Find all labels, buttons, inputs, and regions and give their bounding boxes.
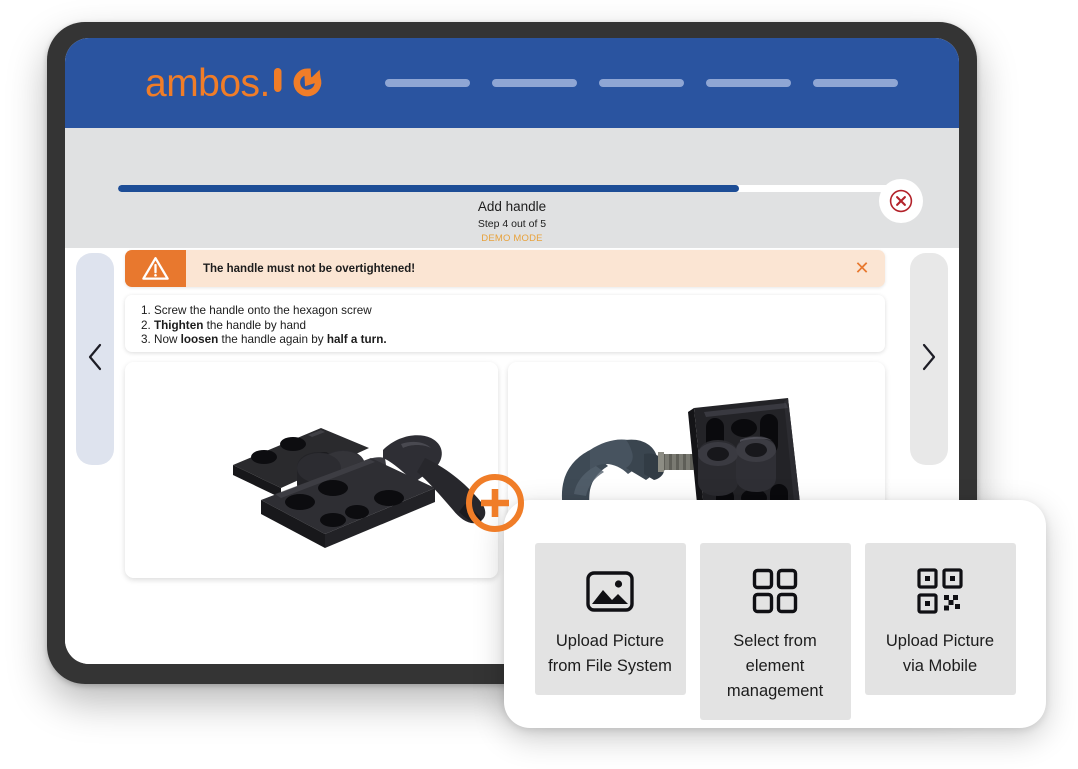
upload-option-label-3: Upload Picture via Mobile	[886, 629, 994, 679]
brand-logo[interactable]: ambos.	[145, 60, 323, 107]
upload-option-label-2: Select from element management	[727, 629, 823, 704]
add-media-button[interactable]	[464, 472, 526, 534]
upload-options-popup: Upload Picture from File System Select f…	[504, 500, 1046, 728]
upload-option-line2: element	[745, 657, 805, 675]
nav-placeholder-2[interactable]	[491, 79, 577, 87]
instruction-text-3a: Now	[154, 333, 181, 347]
screenshot-root: ambos. Add handle Step 4 out of 5 DEMO M…	[0, 0, 1078, 769]
close-circle-icon	[889, 189, 913, 213]
instruction-line-3: 3. Now loosen the handle again by half a…	[141, 333, 885, 348]
io-gauge-logo-icon	[271, 60, 323, 107]
instruction-card: 1. Screw the handle onto the hexagon scr…	[125, 295, 885, 352]
media-card-left[interactable]	[125, 362, 498, 578]
upload-option-line3: management	[726, 682, 824, 700]
instruction-line-2: 2. Thighten the handle by hand	[141, 319, 885, 334]
nav-placeholder-5[interactable]	[812, 79, 898, 87]
plus-circle-icon	[466, 474, 524, 532]
nav-placeholder-group	[384, 79, 898, 87]
warning-message: The handle must not be overtightened!	[203, 262, 416, 275]
bracket-with-handle-photo	[125, 362, 498, 578]
prev-page-button[interactable]	[76, 253, 114, 465]
brand-logo-text: ambos.	[145, 61, 270, 105]
upload-option-line2: from File System	[548, 657, 672, 675]
upload-option-line1: Select from	[733, 632, 817, 650]
image-picture-icon	[585, 565, 635, 617]
instruction-bold-3a: loosen	[180, 333, 219, 347]
next-page-button[interactable]	[910, 253, 948, 465]
nav-placeholder-4[interactable]	[705, 79, 791, 87]
demo-mode-badge: DEMO MODE	[481, 233, 543, 244]
instruction-text-3b: the handle again by	[218, 333, 327, 347]
step-counter: Step 4 out of 5	[477, 218, 547, 230]
upload-option-line2: via Mobile	[902, 657, 978, 675]
chevron-left-icon	[84, 341, 106, 378]
chevron-right-icon	[918, 341, 940, 378]
qr-code-icon	[917, 565, 963, 617]
instruction-number-3: 3.	[141, 333, 151, 347]
upload-option-line1: Upload Picture	[885, 632, 995, 650]
instruction-number-1: 1.	[141, 304, 151, 317]
progress-strip: Add handle Step 4 out of 5 DEMO MODE	[65, 128, 959, 248]
warning-triangle-icon	[125, 250, 186, 287]
step-info: Add handle Step 4 out of 5 DEMO MODE	[65, 198, 959, 246]
grid-squares-icon	[752, 565, 798, 617]
instruction-text-2: the handle by hand	[203, 318, 307, 332]
progress-bar-fill	[118, 185, 739, 192]
nav-placeholder-3[interactable]	[598, 79, 684, 87]
instruction-bold-2: Thighten	[154, 318, 204, 332]
nav-placeholder-1[interactable]	[384, 79, 470, 87]
progress-bar-track	[118, 185, 894, 192]
step-title: Add handle	[477, 199, 547, 214]
instruction-line-1: 1. Screw the handle onto the hexagon scr…	[141, 304, 885, 319]
warning-close-button[interactable]: ✕	[839, 250, 885, 287]
close-step-button[interactable]	[879, 179, 923, 223]
upload-option-element-management[interactable]: Select from element management	[699, 543, 851, 720]
instruction-bold-3b: half a turn.	[326, 333, 387, 347]
warning-banner: The handle must not be overtightened! ✕	[125, 250, 885, 287]
upload-option-mobile[interactable]: Upload Picture via Mobile	[864, 543, 1016, 695]
app-header: ambos.	[65, 38, 959, 128]
upload-option-line1: Upload Picture	[555, 632, 665, 650]
instruction-number-2: 2.	[141, 318, 151, 332]
upload-option-file-system[interactable]: Upload Picture from File System	[534, 543, 686, 695]
upload-option-label-1: Upload Picture from File System	[548, 629, 672, 679]
instruction-text-1: Screw the handle onto the hexagon screw	[154, 304, 372, 317]
